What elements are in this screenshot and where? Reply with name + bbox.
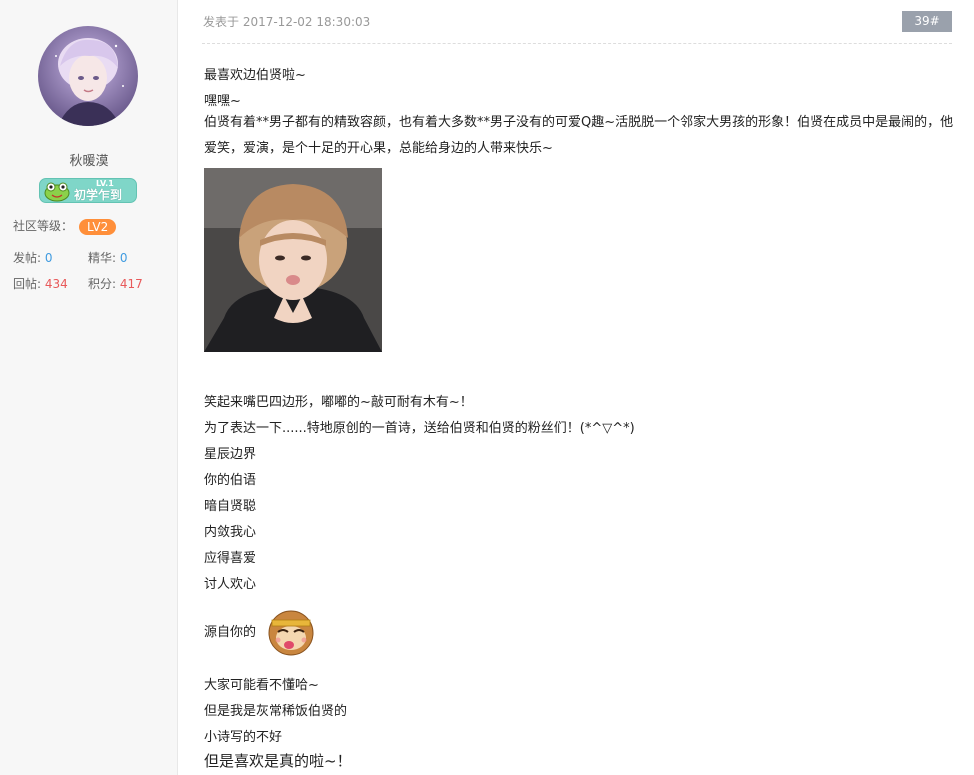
frog-icon <box>44 182 70 202</box>
poem-line: 你的伯语 <box>204 473 257 488</box>
post-content: 发表于 2017-12-02 18:30:03 39# 最喜欢边伯贤啦~ 嘿嘿~… <box>178 0 974 775</box>
floor-number[interactable]: 39# <box>902 11 952 32</box>
essence-stat: 精华: 0 <box>88 249 128 266</box>
community-level-label: 社区等级： <box>13 219 74 233</box>
post-line: 源自你的 <box>204 625 257 640</box>
header-divider <box>202 43 952 44</box>
rank-badge: LV.1 初学乍到 <box>39 178 137 203</box>
username[interactable]: 秋暖漠 <box>0 150 178 169</box>
poem-line: 暗自贤聪 <box>204 499 257 514</box>
posts-value[interactable]: 0 <box>45 251 53 265</box>
post-paragraph: 伯贤有着**男子都有的精致容颜，也有着大多数**男子没有的可爱Q趣~活脱脱一个邻… <box>204 115 954 156</box>
rank-title: 初学乍到 <box>74 188 123 202</box>
post-line: 但是喜欢是真的啦~！ <box>204 752 352 770</box>
replies-label: 回帖: <box>13 277 42 291</box>
poem-line: 星辰边界 <box>204 447 257 462</box>
replies-stat: 回帖: 434 <box>13 275 68 292</box>
post-line: 为了表达一下......特地原创的一首诗，送给伯贤和伯贤的粉丝们！(*^▽^*) <box>204 421 635 436</box>
points-stat: 积分: 417 <box>88 275 143 292</box>
poem-line: 应得喜爱 <box>204 551 257 566</box>
essence-value[interactable]: 0 <box>120 251 128 265</box>
user-avatar[interactable] <box>38 26 138 126</box>
community-level-badge: LV2 <box>79 218 117 235</box>
poem-line: 内敛我心 <box>204 525 257 540</box>
points-label: 积分: <box>88 277 117 291</box>
monkey-emoji-icon <box>266 607 316 657</box>
user-sidebar: 秋暖漠 LV.1 初学乍到 社区等级： LV2 发帖: 0 精华: 0 回帖: 4… <box>0 0 178 775</box>
post-line: 小诗写的不好 <box>204 730 283 745</box>
post-line: 但是我是灰常稀饭伯贤的 <box>204 704 348 719</box>
poem-line: 讨人欢心 <box>204 577 257 592</box>
post-line: 笑起来嘴巴四边形，嘟嘟的~敲可耐有木有~！ <box>204 395 473 410</box>
essence-label: 精华: <box>88 251 117 265</box>
post-photo[interactable] <box>204 168 382 352</box>
post-line: 嘿嘿~ <box>204 94 241 109</box>
posts-label: 发帖: <box>13 251 42 265</box>
points-value[interactable]: 417 <box>120 277 143 291</box>
post-timestamp: 发表于 2017-12-02 18:30:03 <box>203 15 371 29</box>
community-level-row: 社区等级： LV2 <box>13 217 117 235</box>
replies-value[interactable]: 434 <box>45 277 68 291</box>
posts-stat: 发帖: 0 <box>13 249 53 266</box>
post-line: 大家可能看不懂哈~ <box>204 678 319 693</box>
post-line: 最喜欢边伯贤啦~ <box>204 68 306 83</box>
